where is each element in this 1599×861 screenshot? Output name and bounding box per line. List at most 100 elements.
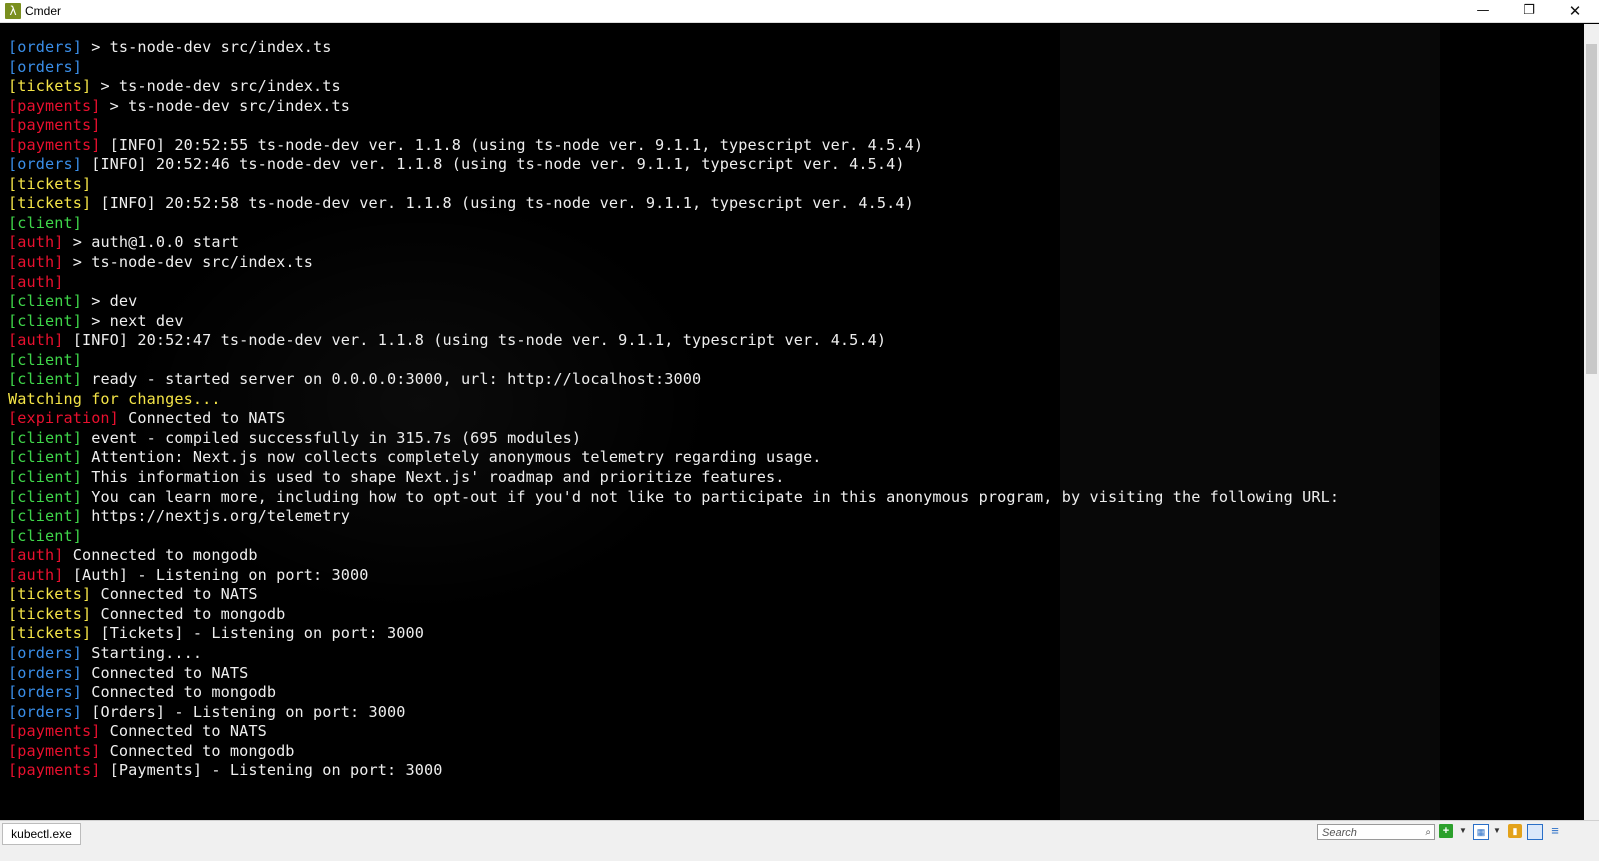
terminal-line: [tickets] [INFO] 20:52:58 ts-node-dev ve… [8, 194, 1584, 214]
close-button[interactable]: ✕ [1552, 0, 1598, 22]
terminal-line: [client] [8, 527, 1584, 547]
service-tag: [expiration] [8, 409, 119, 428]
lock-icon[interactable]: ▮ [1508, 824, 1522, 838]
service-tag: [payments] [8, 135, 101, 154]
log-text: Watching for changes... [8, 389, 221, 408]
title-bar: λ Cmder — ❐ ✕ [0, 0, 1599, 23]
terminal-output[interactable]: [orders] > ts-node-dev src/index.ts [orde… [0, 24, 1584, 820]
terminal-line: [tickets] Connected to NATS [8, 585, 1584, 605]
service-tag: [auth] [8, 233, 64, 252]
service-tag: [client] [8, 350, 82, 369]
terminal-line: Watching for changes... [8, 390, 1584, 410]
terminal-line: [orders] Starting.... [8, 644, 1584, 664]
log-text: [Tickets] - Listening on port: 3000 [91, 624, 424, 643]
log-text: This information is used to shape Next.j… [81, 468, 785, 487]
terminal-line: [client] Attention: Next.js now collects… [8, 448, 1584, 468]
service-tag: [payments] [8, 116, 101, 135]
service-tag: [client] [8, 311, 82, 330]
service-tag: [payments] [8, 741, 101, 760]
service-tag: [tickets] [8, 174, 92, 193]
terminal-line: [tickets] Connected to mongodb [8, 605, 1584, 625]
lambda-icon: λ [5, 3, 21, 19]
log-text: [Auth] - Listening on port: 3000 [63, 565, 369, 584]
log-text: > next dev [81, 311, 184, 330]
terminal-line: [auth] > auth@1.0.0 start [8, 233, 1584, 253]
console-tab[interactable]: kubectl.exe [2, 823, 81, 845]
service-tag: [orders] [8, 57, 82, 76]
terminal-line: [client] > next dev [8, 312, 1584, 332]
terminal-line: [orders] Connected to mongodb [8, 683, 1584, 703]
terminal-line: [orders] [Orders] - Listening on port: 3… [8, 703, 1584, 723]
terminal-line: [payments] [INFO] 20:52:55 ts-node-dev v… [8, 136, 1584, 156]
terminal-line: [client] This information is used to sha… [8, 468, 1584, 488]
terminal-line: [payments] > ts-node-dev src/index.ts [8, 97, 1584, 117]
service-tag: [orders] [8, 643, 82, 662]
log-text: You can learn more, including how to opt… [81, 487, 1340, 506]
terminal-line: [client] ready - started server on 0.0.0… [8, 370, 1584, 390]
service-tag: [auth] [8, 565, 64, 584]
log-text: > auth@1.0.0 start [63, 233, 240, 252]
terminal-line: [auth] [Auth] - Listening on port: 3000 [8, 566, 1584, 586]
restore-button[interactable]: ❐ [1506, 0, 1552, 22]
service-tag: [tickets] [8, 77, 92, 96]
new-console-icon[interactable]: + [1439, 824, 1453, 838]
menu-icon[interactable]: ≡ [1548, 824, 1562, 838]
view-switch-icon[interactable]: ▦ [1473, 824, 1489, 840]
log-text: Starting.... [81, 643, 203, 662]
log-text: Connected to NATS [118, 409, 286, 428]
layout-icon[interactable] [1527, 824, 1543, 840]
service-tag: [auth] [8, 272, 64, 291]
service-tag: [orders] [8, 155, 82, 174]
log-text: Connected to mongodb [91, 604, 286, 623]
log-text: > dev [81, 292, 138, 311]
service-tag: [client] [8, 448, 82, 467]
service-tag: [auth] [8, 253, 64, 272]
terminal-line: [client] event - compiled successfully i… [8, 429, 1584, 449]
status-bar: kubectl.exe Search ⌕ + ▼ ▦ ▼ ▮ ≡ [0, 820, 1599, 861]
search-icon[interactable]: ⌕ [1425, 825, 1431, 841]
search-input[interactable]: Search ⌕ [1317, 824, 1435, 840]
terminal-line: [auth] [INFO] 20:52:47 ts-node-dev ver. … [8, 331, 1584, 351]
terminal-line: [client] > dev [8, 292, 1584, 312]
terminal-line: [client] https://nextjs.org/telemetry [8, 507, 1584, 527]
service-tag: [orders] [8, 38, 82, 56]
log-text: > ts-node-dev src/index.ts [91, 77, 341, 96]
log-text: Connected to NATS [81, 663, 249, 682]
service-tag: [client] [8, 507, 82, 526]
dropdown-icon[interactable]: ▼ [1456, 824, 1470, 838]
terminal-line: [auth] Connected to mongodb [8, 546, 1584, 566]
log-text: https://nextjs.org/telemetry [81, 507, 351, 526]
vertical-scrollbar[interactable] [1584, 24, 1599, 820]
log-text: [Orders] - Listening on port: 3000 [81, 702, 406, 721]
service-tag: [orders] [8, 663, 82, 682]
log-text: Attention: Next.js now collects complete… [81, 448, 822, 467]
terminal-line: [tickets] > ts-node-dev src/index.ts [8, 77, 1584, 97]
service-tag: [client] [8, 213, 82, 232]
service-tag: [tickets] [8, 604, 92, 623]
minimize-button[interactable]: — [1460, 0, 1506, 22]
terminal-line: [tickets] [8, 175, 1584, 195]
terminal-line: [tickets] [Tickets] - Listening on port:… [8, 624, 1584, 644]
terminal-line: [expiration] Connected to NATS [8, 409, 1584, 429]
scrollbar-thumb[interactable] [1586, 44, 1597, 374]
service-tag: [payments] [8, 96, 101, 115]
service-tag: [orders] [8, 683, 82, 702]
log-text: event - compiled successfully in 315.7s … [81, 428, 582, 447]
service-tag: [client] [8, 526, 82, 545]
log-text: Connected to mongodb [100, 741, 295, 760]
terminal-line: [client] You can learn more, including h… [8, 488, 1584, 508]
log-text: [INFO] 20:52:55 ts-node-dev ver. 1.1.8 (… [100, 135, 924, 154]
service-tag: [tickets] [8, 585, 92, 604]
service-tag: [auth] [8, 331, 64, 350]
log-text: [INFO] 20:52:47 ts-node-dev ver. 1.1.8 (… [63, 331, 887, 350]
terminal-line: [payments] [8, 116, 1584, 136]
log-text: Connected to NATS [100, 722, 267, 741]
terminal-line: [orders] Connected to NATS [8, 664, 1584, 684]
search-placeholder: Search [1322, 827, 1357, 839]
service-tag: [client] [8, 487, 82, 506]
terminal-line: [auth] > ts-node-dev src/index.ts [8, 253, 1584, 273]
service-tag: [client] [8, 428, 82, 447]
terminal-line: [orders] [8, 58, 1584, 78]
dropdown-icon[interactable]: ▼ [1490, 824, 1504, 838]
service-tag: [auth] [8, 546, 64, 565]
